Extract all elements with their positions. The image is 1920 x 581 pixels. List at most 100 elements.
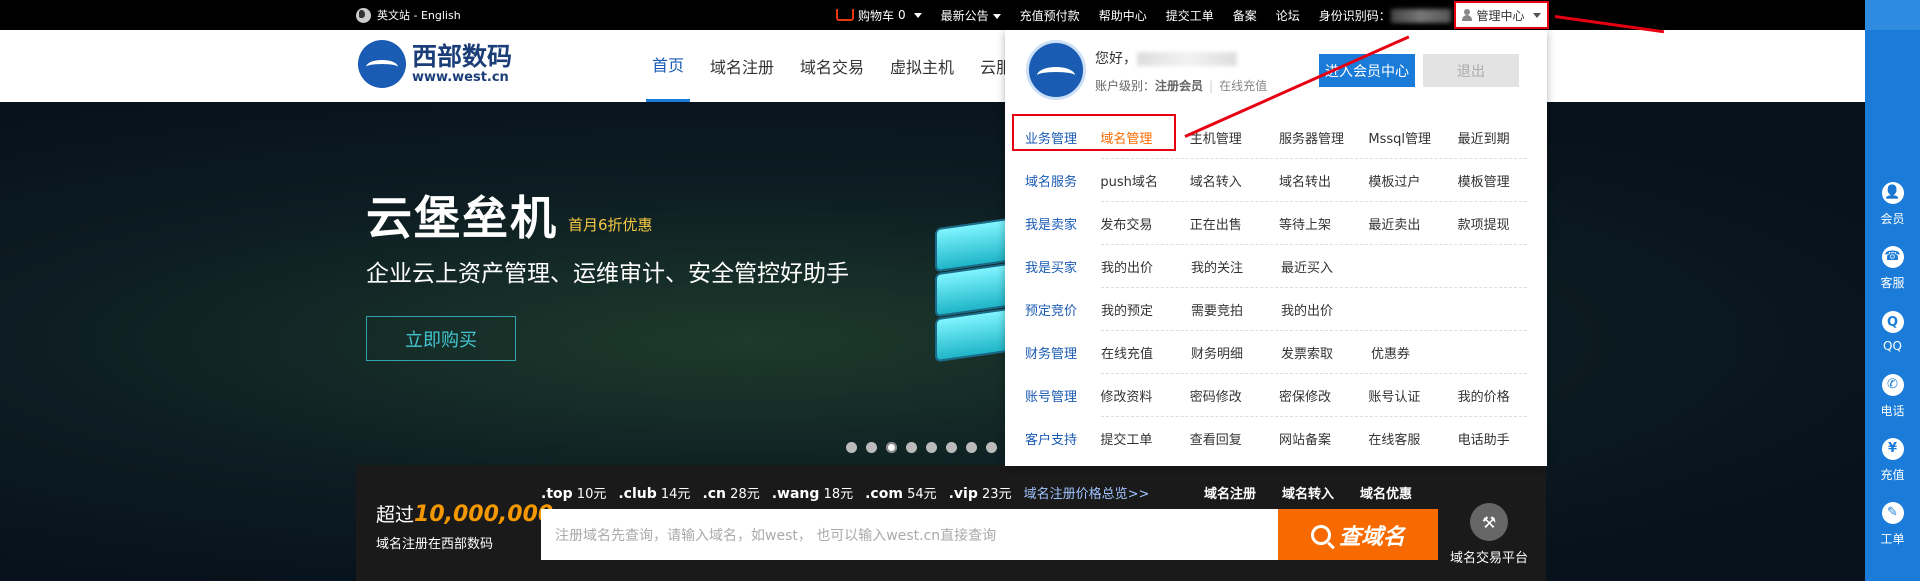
dropdown-item[interactable]: 查看回复 — [1190, 429, 1279, 448]
dropdown-item[interactable]: 等待上架 — [1279, 214, 1368, 233]
site-logo[interactable]: 西部数码 www.west.cn — [358, 40, 512, 88]
top-nav-recharge[interactable]: 充值预付款 — [1020, 7, 1080, 24]
dropdown-item[interactable]: 最近卖出 — [1368, 214, 1457, 233]
dropdown-item[interactable]: 域名转入 — [1190, 171, 1279, 190]
dropdown-item[interactable]: Mssql管理 — [1368, 128, 1457, 147]
dropdown-item[interactable]: 我的预定 — [1101, 300, 1191, 319]
dropdown-item[interactable]: 电话助手 — [1458, 429, 1547, 448]
id-code-redacted — [1390, 9, 1451, 23]
tld-price[interactable]: .cn 28元 — [702, 483, 759, 502]
globe-icon — [356, 7, 371, 23]
nav-home[interactable]: 首页 — [645, 30, 691, 102]
dropdown-item[interactable]: 密码修改 — [1190, 386, 1279, 405]
nav-virtual-host[interactable]: 虚拟主机 — [890, 54, 954, 78]
top-nav-ticket[interactable]: 提交工单 — [1166, 7, 1214, 24]
hero-subtitle: 企业云上资产管理、运维审计、安全管控好助手 — [366, 261, 849, 287]
tld-price[interactable]: .vip 23元 — [949, 483, 1012, 502]
carousel-dot[interactable] — [906, 442, 917, 453]
search-domain-button[interactable]: 查域名 — [1278, 509, 1438, 560]
carousel-dot[interactable] — [846, 442, 857, 453]
dropdown-item[interactable]: 模板管理 — [1458, 171, 1547, 190]
manage-center-label: 管理中心 — [1476, 8, 1525, 23]
language-label: 英文站 - English — [377, 9, 461, 22]
dropdown-item[interactable]: 优惠券 — [1371, 343, 1461, 362]
sidebar-icon: ✎ — [1881, 501, 1904, 524]
sidebar-item[interactable]: ✆ 电话 — [1865, 364, 1920, 428]
dropdown-item[interactable]: 修改资料 — [1100, 386, 1189, 405]
tld-price[interactable]: .com 54元 — [865, 483, 937, 502]
carousel-dot[interactable] — [866, 442, 877, 453]
dropdown-category: 账号管理 — [1025, 390, 1078, 405]
slogan-sub: 域名注册在西部数码 — [376, 537, 494, 552]
sidebar-item[interactable]: ☎ 客服 — [1865, 236, 1920, 300]
online-recharge-link[interactable]: 在线充值 — [1219, 79, 1267, 93]
link-domain-deals[interactable]: 域名优惠 — [1360, 483, 1412, 502]
sidebar-icon: Q — [1881, 311, 1904, 333]
dropdown-item[interactable]: push域名 — [1100, 171, 1189, 190]
dropdown-item[interactable]: 域名转出 — [1279, 171, 1368, 190]
price-overview-link[interactable]: 域名注册价格总览>> — [1024, 483, 1150, 502]
dropdown-item[interactable]: 我的出价 — [1101, 257, 1191, 276]
domain-search-input[interactable]: 注册域名先查询，请输入域名，如west， 也可以输入west.cn直接查询 — [541, 509, 1278, 560]
link-domain-transfer[interactable]: 域名转入 — [1282, 483, 1334, 502]
cart-link[interactable]: 购物车 0 — [836, 7, 922, 24]
dropdown-item[interactable]: 财务明细 — [1191, 343, 1281, 362]
dropdown-item[interactable]: 模板过户 — [1368, 171, 1457, 190]
nav-domain-trade[interactable]: 域名交易 — [800, 54, 864, 78]
dropdown-item[interactable]: 在线充值 — [1101, 343, 1191, 362]
carousel-dot[interactable] — [946, 442, 957, 453]
sidebar-item[interactable]: Q QQ — [1865, 300, 1920, 364]
sidebar-item[interactable]: ¥ 充值 — [1865, 428, 1920, 492]
link-domain-register[interactable]: 域名注册 — [1204, 483, 1256, 502]
tld-price[interactable]: .top 10元 — [541, 483, 606, 502]
carousel-dot[interactable] — [926, 442, 937, 453]
dropdown-item[interactable]: 最近到期 — [1458, 128, 1547, 147]
dropdown-row: 域名服务 push域名 域名转入 域名转出 模板过户 模板管理 — [1005, 159, 1547, 202]
sidebar-label: 电话 — [1880, 403, 1905, 418]
dropdown-item[interactable]: 需要竞拍 — [1191, 300, 1281, 319]
dropdown-item[interactable]: 主机管理 — [1190, 128, 1279, 147]
buy-now-button[interactable]: 立即购买 — [366, 316, 516, 361]
carousel-dot[interactable] — [986, 442, 997, 453]
hero-badge: 首月6折优惠 — [568, 216, 653, 234]
dropdown-item[interactable]: 服务器管理 — [1279, 128, 1368, 147]
dropdown-item[interactable]: 提交工单 — [1100, 429, 1189, 448]
chevron-down-icon — [992, 13, 1001, 19]
dropdown-item[interactable]: 网站备案 — [1279, 429, 1368, 448]
manage-center-button[interactable]: 管理中心 — [1454, 1, 1549, 29]
logout-button[interactable]: 退出 — [1423, 54, 1519, 87]
dropdown-row: 我是买家 我的出价 我的关注 最近买入 — [1005, 245, 1547, 288]
id-code-label: 身份识别码： — [1318, 8, 1391, 23]
top-nav-help[interactable]: 帮助中心 — [1099, 7, 1147, 24]
sidebar-icon: ☎ — [1881, 245, 1904, 268]
sidebar-item[interactable]: 👤 会员 — [1865, 172, 1920, 236]
dropdown-item[interactable]: 款项提现 — [1458, 214, 1547, 233]
announcement-menu[interactable]: 最新公告 — [941, 7, 1001, 24]
slogan-prefix: 超过 — [376, 504, 415, 526]
dropdown-item[interactable]: 我的价格 — [1458, 386, 1547, 405]
tld-price[interactable]: .club 14元 — [618, 483, 690, 502]
language-switch[interactable]: 英文站 - English — [356, 7, 461, 23]
dropdown-item[interactable]: 密保修改 — [1279, 386, 1368, 405]
sidebar-item[interactable]: ✎ 工单 — [1865, 492, 1920, 556]
dropdown-item[interactable]: 我的关注 — [1191, 257, 1281, 276]
top-nav-beian[interactable]: 备案 — [1233, 7, 1257, 24]
dropdown-item[interactable]: 正在出售 — [1190, 214, 1279, 233]
dropdown-item[interactable]: 最近买入 — [1281, 257, 1371, 276]
dropdown-item[interactable]: 发布交易 — [1100, 214, 1189, 233]
dropdown-item[interactable]: 账号认证 — [1368, 386, 1457, 405]
carousel-dot[interactable] — [966, 442, 977, 453]
tld-price[interactable]: .wang 18元 — [772, 483, 853, 502]
dropdown-item[interactable]: 在线客服 — [1368, 429, 1457, 448]
carousel-dot-active[interactable] — [886, 442, 897, 453]
sidebar-icon: 👤 — [1881, 181, 1904, 204]
domain-trade-platform[interactable]: ⚒ 域名交易平台 — [1444, 503, 1534, 566]
sidebar-label: 工单 — [1880, 531, 1905, 546]
dropdown-category: 我是卖家 — [1025, 218, 1078, 233]
dropdown-row: 预定竞价 我的预定 需要竞拍 我的出价 — [1005, 288, 1547, 331]
dropdown-item[interactable]: 我的出价 — [1281, 300, 1371, 319]
nav-domain-register[interactable]: 域名注册 — [710, 54, 774, 78]
top-nav-forum[interactable]: 论坛 — [1276, 7, 1300, 24]
sidebar-items: 👤 会员 ☎ 客服 Q QQ ✆ 电话 ¥ 充值 ✎ 工单 — [1865, 172, 1920, 556]
dropdown-item[interactable]: 发票索取 — [1281, 343, 1371, 362]
